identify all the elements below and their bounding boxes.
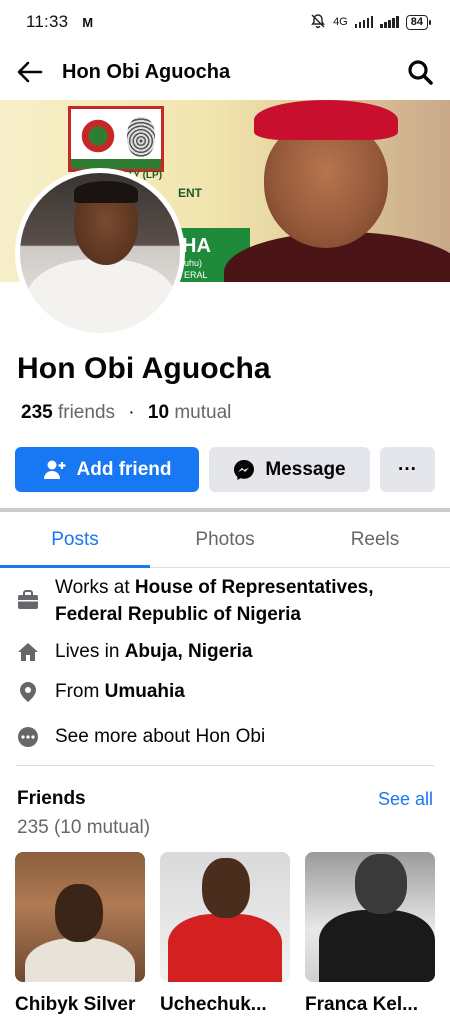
location-pin-icon [16,680,40,704]
friend-card[interactable]: Franca Kel... [305,852,435,1016]
friend-name: Uchechuk... [160,994,267,1015]
lives-text: Lives in Abuja, Nigeria [55,638,430,665]
from-prefix: From [55,681,105,702]
messenger-icon [233,459,255,481]
status-icons: 4G 84 [310,13,432,32]
more-options-button[interactable]: ··· [380,447,435,492]
friend-card[interactable]: Uchechuk... [160,852,290,1016]
see-more-about-text: See more about Hon Obi [55,726,266,747]
signal-icon-2 [380,16,399,28]
mutual-count: 10 [147,402,170,423]
home-icon [16,640,40,664]
friend-photo [160,852,290,982]
friends-label: friends [57,402,116,423]
cover-ment-text: ENT [178,186,202,200]
logo-strip [71,159,161,169]
cover-sub1-text: uhu) [184,258,203,268]
add-friend-button[interactable]: Add friend [15,447,199,492]
see-all-friends-link[interactable]: See all [378,789,433,810]
thumbprint-icon [127,117,155,157]
tab-posts[interactable]: Posts [0,512,150,568]
cover-ha-text: HA [182,235,211,257]
cover-portrait [224,100,450,282]
friend-photo [305,852,435,982]
status-bar: 11:33 M 4G 84 [0,0,450,44]
party-logo [68,106,164,172]
tab-reels[interactable]: Reels [300,512,450,567]
intro-divider [16,765,434,766]
signal-icon [354,16,374,28]
friend-card[interactable]: Chibyk Silver [15,852,145,1016]
status-time: 11:33 [26,12,69,31]
friend-name: Chibyk Silver [15,994,136,1015]
friends-section-count: 235 (10 mutual) [17,817,151,838]
more-dots-icon [16,725,40,749]
friend-name: Franca Kel... [305,994,418,1015]
work-text: Works at House of Representatives, Feder… [55,574,430,628]
separator-dot: · [128,402,135,423]
top-app-bar: Hon Obi Aguocha [0,44,450,100]
from-text: From Umuahia [55,678,430,705]
message-label: Message [265,458,346,480]
profile-name: Hon Obi Aguocha [17,352,271,385]
carrier-badge: M [82,14,94,30]
from-place[interactable]: Umuahia [105,681,185,702]
avatar-image [20,173,180,333]
profile-tabs: Posts Photos Reels [0,512,450,568]
mutual-label: mutual [174,402,232,423]
mute-icon [310,13,326,32]
work-prefix: Works at [55,577,135,598]
add-person-icon [43,459,67,481]
friends-section-title: Friends [17,788,86,809]
profile-avatar[interactable] [15,168,185,338]
friends-count: 235 [21,402,53,423]
friend-photo [15,852,145,982]
lives-prefix: Lives in [55,641,125,662]
tab-photos[interactable]: Photos [150,512,300,567]
work-place-line1[interactable]: House of Representatives, [135,577,374,598]
add-friend-label: Add friend [76,458,172,480]
back-arrow-icon[interactable] [16,58,44,86]
lives-place[interactable]: Abuja, Nigeria [125,641,253,662]
message-button[interactable]: Message [209,447,370,492]
search-icon[interactable] [406,58,434,86]
cover-sub2-text: ERAL [184,270,208,280]
work-place-line2[interactable]: Federal Republic of Nigeria [55,604,301,625]
party-seal [79,117,117,155]
battery-icon: 84 [405,14,432,30]
network-type: 4G [333,16,348,28]
friend-counts[interactable]: 235 friends · 10 mutual [21,402,231,424]
briefcase-icon [16,588,40,612]
more-label: ··· [398,458,417,480]
header-title: Hon Obi Aguocha [62,60,231,83]
